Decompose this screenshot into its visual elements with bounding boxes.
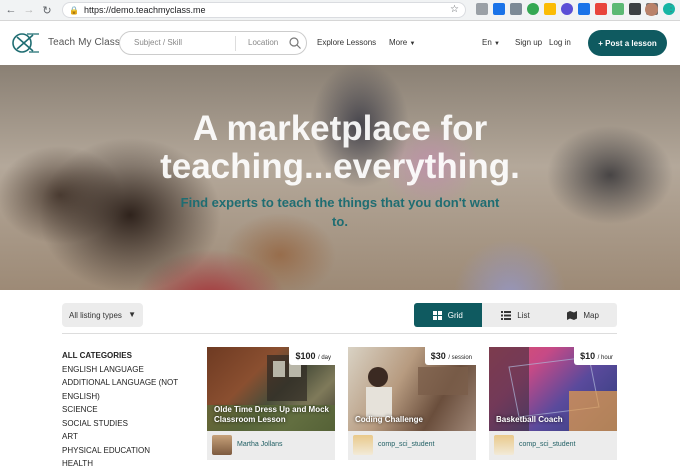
listing-author[interactable]: comp_sci_student <box>519 441 575 448</box>
category-all[interactable]: ALL CATEGORIES <box>62 349 192 363</box>
category-item[interactable]: ADDITIONAL LANGUAGE (NOT ENGLISH) <box>62 376 192 403</box>
more-menu[interactable]: More ▼ <box>389 38 415 47</box>
avatar[interactable] <box>353 435 373 455</box>
lock-icon: 🔒 <box>69 5 79 15</box>
address-bar[interactable]: 🔒 https://demo.teachmyclass.me ☆ <box>62 2 466 18</box>
listing-title[interactable]: Olde Time Dress Up and Mock Classroom Le… <box>214 405 332 425</box>
language-label: En <box>482 38 492 47</box>
listing-type-label: All listing types <box>69 310 122 320</box>
signup-link[interactable]: Sign up <box>515 38 542 47</box>
hero-subtitle: Find experts to teach the things that yo… <box>0 193 680 231</box>
listing-title[interactable]: Basketball Coach <box>496 415 614 425</box>
avatar[interactable] <box>494 435 514 455</box>
search-icon[interactable] <box>288 36 302 50</box>
extension-icon[interactable] <box>595 3 607 15</box>
extension-icon[interactable] <box>629 3 641 15</box>
listing-type-dropdown[interactable]: All listing types ▼ <box>62 303 143 327</box>
explore-lessons-link[interactable]: Explore Lessons <box>317 38 376 47</box>
view-toggle: Grid List Map <box>414 303 617 327</box>
list-view-button[interactable]: List <box>481 303 550 327</box>
category-list: ALL CATEGORIES ENGLISH LANGUAGE ADDITION… <box>62 349 192 467</box>
listing-author[interactable]: Martha Jollans <box>237 441 283 448</box>
price-value: $10 <box>580 351 596 361</box>
grid-view-button[interactable]: Grid <box>414 303 482 327</box>
logo-text[interactable]: Teach My Class <box>48 37 120 48</box>
listing-image[interactable]: $10 / hour Basketball Coach <box>489 347 617 431</box>
login-link[interactable]: Log in <box>549 38 571 47</box>
logo-icon[interactable] <box>11 31 41 55</box>
category-item[interactable]: SCIENCE <box>62 403 192 417</box>
extension-icon[interactable] <box>612 3 624 15</box>
extension-icon[interactable] <box>476 3 488 15</box>
location-search-input[interactable]: Location <box>248 38 278 47</box>
listing-price: $100 / day <box>289 347 335 365</box>
site-header: Teach My Class Subject / Skill Location … <box>0 21 680 65</box>
category-item[interactable]: ART <box>62 430 192 444</box>
search-bar[interactable]: Subject / Skill Location <box>119 31 307 55</box>
url-text[interactable]: https://demo.teachmyclass.me <box>84 5 206 15</box>
forward-arrow-icon[interactable]: → <box>22 3 36 17</box>
price-unit: / hour <box>597 355 613 361</box>
browser-toolbar: ← → ↻ 🔒 https://demo.teachmyclass.me ☆ ⋮ <box>0 0 680 21</box>
hero-title-line: teaching...everything. <box>160 147 520 186</box>
listing-footer: Martha Jollans <box>207 431 335 460</box>
avatar[interactable] <box>212 435 232 455</box>
listing-image[interactable]: $30 / session Coding Challenge <box>348 347 476 431</box>
listing-card[interactable]: $30 / session Coding Challenge comp_sci_… <box>348 347 476 460</box>
map-icon <box>567 310 578 320</box>
hero-subtitle-line: Find experts to teach the things that yo… <box>180 195 500 210</box>
kebab-menu-icon[interactable]: ⋮ <box>666 3 676 14</box>
map-view-button[interactable]: Map <box>549 303 617 327</box>
category-item[interactable]: PHYSICAL EDUCATION <box>62 444 192 458</box>
extension-icon[interactable] <box>561 3 573 15</box>
list-icon <box>501 310 512 320</box>
price-value: $100 <box>295 351 316 361</box>
price-unit: / day <box>317 355 331 361</box>
hero-banner: A marketplace for teaching...everything.… <box>0 65 680 290</box>
listing-card[interactable]: $100 / day Olde Time Dress Up and Mock C… <box>207 347 335 460</box>
grid-icon <box>432 310 442 320</box>
hero-subtitle-line: to. <box>332 214 348 229</box>
category-item[interactable]: HEALTH <box>62 457 192 467</box>
divider <box>62 333 617 334</box>
price-unit: / session <box>448 355 472 361</box>
category-item[interactable]: ENGLISH LANGUAGE <box>62 363 192 377</box>
hero-title-line: A marketplace for <box>192 109 488 148</box>
listing-title[interactable]: Coding Challenge <box>355 415 473 425</box>
grid-view-label: Grid <box>447 310 463 320</box>
caret-down-icon: ▼ <box>128 310 136 319</box>
chevron-down-icon: ▼ <box>494 41 500 47</box>
list-view-label: List <box>517 310 530 320</box>
extension-icon[interactable] <box>527 3 539 15</box>
back-arrow-icon[interactable]: ← <box>4 3 18 17</box>
extension-icon[interactable] <box>544 3 556 15</box>
chevron-down-icon: ▼ <box>409 41 416 47</box>
post-lesson-button[interactable]: + Post a lesson <box>588 30 667 56</box>
listing-image[interactable]: $100 / day Olde Time Dress Up and Mock C… <box>207 347 335 431</box>
category-item[interactable]: SOCIAL STUDIES <box>62 417 192 431</box>
listing-price: $30 / session <box>424 347 476 365</box>
map-view-label: Map <box>583 310 599 320</box>
listing-author[interactable]: comp_sci_student <box>378 441 434 448</box>
listing-card[interactable]: $10 / hour Basketball Coach comp_sci_stu… <box>489 347 617 460</box>
extension-icon[interactable] <box>510 3 522 15</box>
extension-icon[interactable] <box>493 3 505 15</box>
bookmark-star-icon[interactable]: ☆ <box>450 4 459 15</box>
listing-footer: comp_sci_student <box>348 431 476 460</box>
reload-icon[interactable]: ↻ <box>40 3 54 17</box>
hero-title: A marketplace for teaching...everything. <box>0 110 680 186</box>
more-label: More <box>389 38 408 47</box>
profile-avatar-icon[interactable] <box>645 3 658 16</box>
search-divider <box>235 36 236 51</box>
subject-search-input[interactable]: Subject / Skill <box>134 38 182 47</box>
price-value: $30 <box>430 351 446 361</box>
extension-icon[interactable] <box>578 3 590 15</box>
listing-price: $10 / hour <box>574 347 617 365</box>
listing-footer: comp_sci_student <box>489 431 617 460</box>
language-selector[interactable]: En ▼ <box>482 38 500 47</box>
